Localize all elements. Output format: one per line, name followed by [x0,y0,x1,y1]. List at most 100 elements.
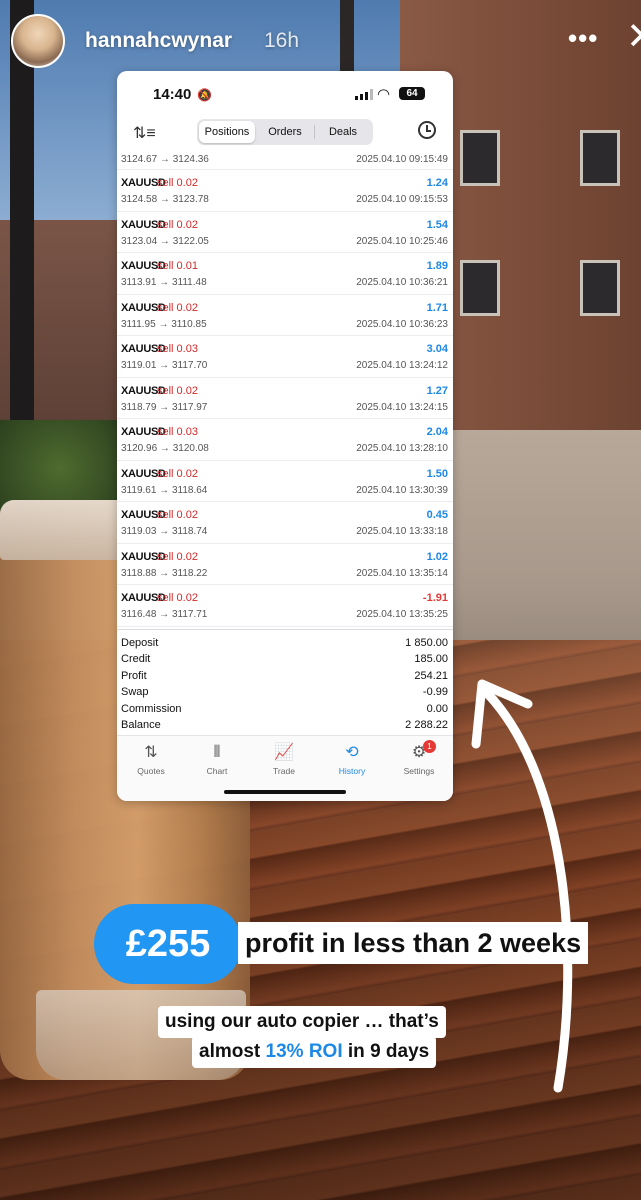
trade-time: 2025.04.10 10:36:21 [356,277,448,288]
segment-positions[interactable]: Positions [199,121,255,143]
caption-headline: profit in less than 2 weeks [238,922,589,964]
battery-icon: 64 [399,87,425,100]
caption-line-3: almost 13% ROI in 9 days [192,1036,437,1068]
trade-side: sell 0.02 [157,592,198,604]
trade-time: 2025.04.10 10:25:46 [356,235,448,247]
history-toolbar: ⇅≡ Positions Orders Deals [117,115,453,151]
notification-badge: 1 [423,740,436,753]
status-time: 14:40 [153,86,192,103]
caption-line-2: using our auto copier … that’s [158,1006,446,1038]
trade-row-partial[interactable]: 3124.67 → 3124.36 2025.04.10 09:15:49 [117,151,453,170]
summary-label: Swap [121,686,149,699]
more-options-icon[interactable]: ••• [568,25,598,51]
trade-prices: 3118.79 → 3117.97 [121,401,208,413]
summary-value: 185.00 [414,653,448,666]
trading-app-screenshot: 14:40 🔕 ◠ 64 ⇅≡ Positions Orders Deals 3… [117,71,453,801]
building-window [580,130,620,186]
trade-time: 2025.04.10 13:24:15 [356,401,448,413]
segmented-control: Positions Orders Deals [197,119,373,145]
tab-label: Settings [403,766,435,776]
tab-history[interactable]: ⟲ History [322,742,382,776]
history-icon: ⟲ [345,744,359,761]
tab-label: Quotes [137,766,165,776]
trade-profit: 1.71 [426,301,448,314]
period-clock-icon[interactable] [418,121,436,139]
summary-label: Balance [121,718,161,731]
trade-time: 2025.04.10 13:24:12 [356,360,448,371]
trade-side: sell 0.03 [157,426,198,438]
trade-profit: 1.54 [426,218,448,231]
summary-label: Deposit [121,637,159,649]
curved-arrow-graphic [471,679,573,1093]
trade-time: 2025.04.10 13:35:25 [356,609,448,620]
sort-icon[interactable]: ⇅≡ [133,123,156,143]
trade-profit: 1.24 [426,177,448,189]
trade-row[interactable]: XAUUSD sell 0.02 1.24 3124.58 → 3123.78 2025… [117,170,453,212]
trade-profit: 1.50 [426,467,448,480]
trade-profit: 2.04 [426,426,448,438]
trade-prices: 3113.91 → 3111.48 [121,277,207,288]
trade-row[interactable]: XAUUSD sell 0.02 1.02 3118.88 → 3118.22 2025… [117,544,453,585]
avatar[interactable] [11,14,65,68]
summary-value: 1 850.00 [405,637,448,649]
trade-row[interactable]: XAUUSD sell 0.02 1.27 3118.79 → 3117.97 2025… [117,378,453,419]
trade-row[interactable]: XAUUSD sell 0.02 -1.91 3116.48 → 3117.71 202… [117,585,453,627]
tab-settings[interactable]: ⚙ Settings 1 [389,740,449,776]
cellular-signal-icon [355,89,373,100]
trade-time: 2025.04.10 13:28:10 [356,443,448,454]
tab-label: Trade [273,766,295,776]
trade-side: sell 0.02 [157,301,198,314]
trade-prices: 3116.48 → 3117.71 [121,609,208,620]
wifi-icon: ◠ [377,86,391,103]
bell-off-icon: 🔕 [197,88,212,102]
summary-row: Balance 2 288.22 [117,717,453,733]
trade-row[interactable]: XAUUSD sell 0.01 1.89 3113.91 → 3111.48 2025… [117,253,453,295]
trade-time: 2025.04.10 10:36:23 [356,318,448,330]
trade-row[interactable]: XAUUSD sell 0.03 2.04 3120.96 → 3120.08 2025… [117,419,453,461]
trade-prices: 3124.58 → 3123.78 [121,194,209,205]
trade-profit: 1.89 [426,260,448,272]
trade-row[interactable]: XAUUSD sell 0.02 1.50 3119.61 → 3118.64 2025… [117,461,453,502]
trade-list[interactable]: 3124.67 → 3124.36 2025.04.10 09:15:49 XA… [117,151,453,627]
trade-row[interactable]: XAUUSD sell 0.02 1.71 3111.95 → 3110.85 2025… [117,295,453,336]
caption-text: in 9 days [342,1041,430,1062]
username[interactable]: hannahcwynar [85,29,232,53]
chart-icon: ⫴ [213,744,221,761]
status-bar: 14:40 🔕 ◠ 64 [117,71,453,115]
trade-side: sell 0.02 [157,467,198,480]
summary-value: 2 288.22 [405,718,448,731]
trade-time: 2025.04.10 13:30:39 [356,484,448,496]
segment-orders[interactable]: Orders [257,121,313,143]
tab-chart[interactable]: ⫴ Chart [187,742,247,776]
close-icon[interactable]: ✕ [626,18,641,56]
profit-amount-pill: £255 [94,904,242,984]
trade-row[interactable]: XAUUSD sell 0.02 1.54 3123.04 → 3122.05 2025… [117,212,453,253]
summary-row: Deposit 1 850.00 [117,635,453,651]
trade-profit: 1.27 [426,384,448,397]
trade-prices: 3119.01 → 3117.70 [121,360,208,371]
summary-row: Swap -0.99 [117,684,453,700]
trade-prices: 3119.03 → 3118.74 [121,526,208,537]
segment-deals[interactable]: Deals [315,121,371,143]
tab-label: History [338,766,366,776]
trade-side: sell 0.01 [157,260,198,272]
summary-row: Profit 254.21 [117,668,453,684]
trade-row[interactable]: XAUUSD sell 0.03 3.04 3119.01 → 3117.70 2025… [117,336,453,378]
tab-trade[interactable]: 📈 Trade [254,742,314,776]
summary-value: 0.00 [426,702,448,715]
trade-time: 2025.04.10 13:35:14 [356,567,448,579]
trade-side: sell 0.02 [157,218,198,231]
trade-prices: 3118.88 → 3118.22 [121,567,208,579]
building-window [460,130,500,186]
trade-time: 2025.04.10 13:33:18 [356,526,448,537]
tab-quotes[interactable]: ⇅ Quotes [121,742,181,776]
trade-icon: 📈 [274,744,294,761]
home-indicator [224,790,346,794]
summary-label: Credit [121,653,151,666]
caption-text: almost [199,1041,266,1062]
trade-row[interactable]: XAUUSD sell 0.02 0.45 3119.03 → 3118.74 2025… [117,502,453,544]
trade-side: sell 0.03 [157,343,198,355]
trade-profit: -1.91 [422,592,448,604]
trade-prices: 3123.04 → 3122.05 [121,235,209,247]
trade-prices: 3111.95 → 3110.85 [121,318,207,330]
